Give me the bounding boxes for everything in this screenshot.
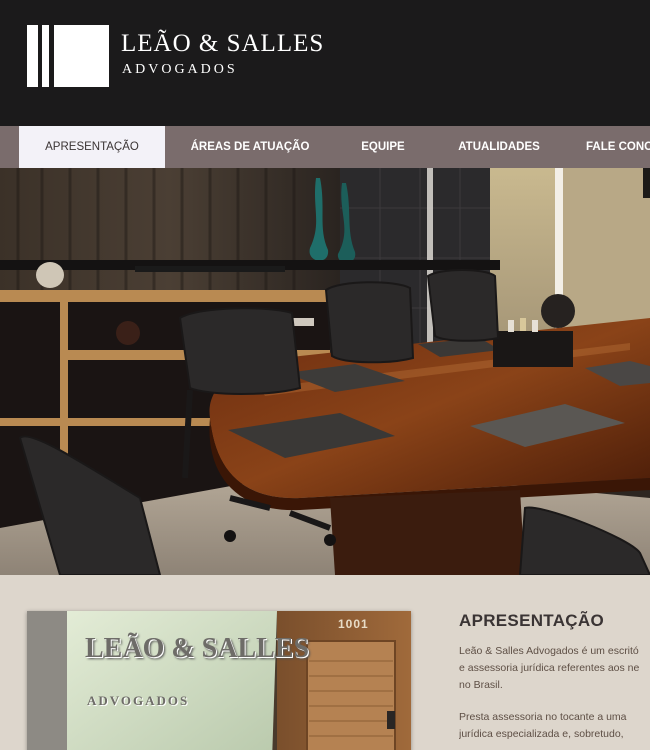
section-title: APRESENTAÇÃO — [459, 611, 604, 630]
sign-subtitle: ADVOGADOS — [87, 693, 190, 708]
paragraph-2-line: Presta assessoria no tocante a uma — [459, 711, 627, 723]
site-header: LEÃO & SALLES ADVOGADOS — [0, 0, 650, 126]
paragraph-1-line: no Brasil. — [459, 679, 503, 691]
nav-item-areas-de-atuacao[interactable]: ÁREAS DE ATUAÇÃO — [186, 126, 314, 168]
nav-item-equipe[interactable]: EQUIPE — [355, 126, 411, 168]
nav-item-atualidades[interactable]: ATUALIDADES — [452, 126, 546, 168]
main-nav: APRESENTAÇÃO ÁREAS DE ATUAÇÃO EQUIPE ATU… — [0, 126, 650, 168]
intro-section: LEÃO & SALLES ADVOGADOS 1001 APRESENTAÇÃ… — [0, 575, 650, 750]
paragraph-1-line: Leão & Salles Advogados é um escritó — [459, 645, 639, 657]
sign-name: LEÃO & SALLES — [85, 633, 310, 664]
door-number: 1001 — [338, 617, 369, 631]
nav-item-apresentacao[interactable]: APRESENTAÇÃO — [19, 126, 165, 168]
nav-item-fale-conosco[interactable]: FALE CONO — [586, 126, 650, 168]
logo-mark-icon[interactable] — [27, 25, 109, 87]
office-sign-photo: LEÃO & SALLES ADVOGADOS 1001 — [27, 611, 411, 750]
paragraph-1-line: e assessoria jurídica referentes aos ne — [459, 662, 640, 674]
hero-conference-room-image — [0, 168, 650, 575]
brand-subtitle: ADVOGADOS — [122, 62, 238, 77]
brand-name[interactable]: LEÃO & SALLES — [121, 30, 324, 58]
intro-paragraph-2: Presta assessoria no tocante a uma juríd… — [459, 709, 650, 743]
intro-paragraph-1: Leão & Salles Advogados é um escritó e a… — [459, 643, 650, 694]
paragraph-2-line: jurídica especializada e, sobretudo, — [459, 728, 624, 740]
